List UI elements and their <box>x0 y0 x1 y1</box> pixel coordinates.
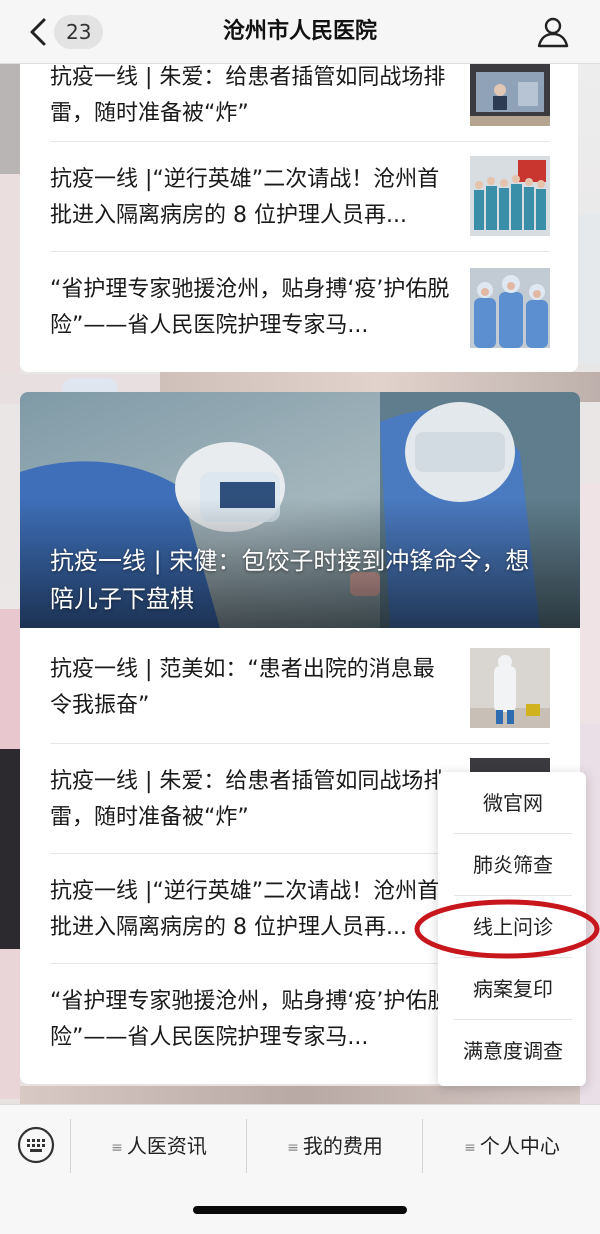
user-icon <box>537 17 569 48</box>
bg-photo-tile <box>578 214 600 364</box>
bg-photo-tile <box>20 1086 580 1104</box>
video-conference-image <box>470 64 550 126</box>
article-list-item[interactable]: 抗疫一线 | 范美如：“患者出院的消息最令我振奋” <box>50 628 550 744</box>
article-title: “省护理专家驰援沧州，贴身搏‘疫’护佑脱险”——省人民医院护理专家马... <box>50 989 450 1050</box>
nurses-group-photo <box>470 156 550 236</box>
nav-divider <box>246 1119 247 1173</box>
menu-lines-icon: ≡ <box>464 1140 476 1156</box>
menu-item-online-consultation[interactable]: 线上问诊 <box>454 896 572 958</box>
menu-item-satisfaction-survey[interactable]: 满意度调查 <box>454 1020 572 1082</box>
article-list-card: 抗疫一线 | 朱爱：给患者插管如同战场排雷，随时准备被“炸” 抗疫一线 |“逆行… <box>20 64 578 372</box>
top-nav-bar: 23 沧州市人民医院 <box>0 0 600 64</box>
submenu-popup: 微官网 肺炎筛查 线上问诊 病案复印 满意度调查 <box>438 772 586 1086</box>
nav-divider <box>70 1119 71 1173</box>
menu-item-pneumonia-screening[interactable]: 肺炎筛查 <box>454 834 572 896</box>
article-thumbnail <box>470 268 550 348</box>
nav-item-personal-center[interactable]: ≡ 个人中心 <box>424 1119 600 1173</box>
menu-lines-icon: ≡ <box>111 1140 123 1156</box>
keyboard-toggle-button[interactable] <box>16 1125 56 1165</box>
back-count-badge[interactable]: 23 <box>54 15 104 49</box>
menu-item-micro-site[interactable]: 微官网 <box>454 772 572 834</box>
nav-divider <box>422 1119 423 1173</box>
article-title: 抗疫一线 | 范美如：“患者出院的消息最令我振奋” <box>50 657 435 718</box>
nav-item-label: 人医资讯 <box>126 1134 207 1158</box>
bg-photo-tile <box>580 484 600 724</box>
nav-item-label: 我的费用 <box>302 1134 383 1158</box>
keyboard-icon <box>17 1126 55 1164</box>
bottom-menu-bar: ≡ 人医资讯 ≡ 我的费用 ≡ 个人中心 <box>0 1104 600 1234</box>
nav-item-my-fees[interactable]: ≡ 我的费用 <box>248 1119 422 1173</box>
article-thumbnail <box>470 156 550 236</box>
article-title: 抗疫一线 |“逆行英雄”二次请战！沧州首批进入隔离病房的 8 位护理人员再... <box>50 167 440 228</box>
page-title: 沧州市人民医院 <box>222 19 377 44</box>
article-thumbnail <box>470 648 550 728</box>
nav-item-news[interactable]: ≡ 人医资讯 <box>72 1119 246 1173</box>
bg-photo-tile <box>0 64 20 174</box>
hero-article[interactable]: 抗疫一线 | 宋健：包饺子时接到冲锋命令，想陪儿子下盘棋 <box>20 392 580 628</box>
article-title: 抗疫一线 |“逆行英雄”二次请战！沧州首批进入隔离病房的 8 位护理人员再... <box>50 879 440 940</box>
ppe-staff-photo <box>470 268 550 348</box>
bg-photo-tile <box>0 949 20 1099</box>
back-button[interactable] <box>22 14 56 50</box>
article-title: “省护理专家驰援沧州，贴身搏‘疫’护佑脱险”——省人民医院护理专家马... <box>50 277 450 338</box>
article-title: 抗疫一线 | 朱爱：给患者插管如同战场排雷，随时准备被“炸” <box>50 65 446 126</box>
menu-lines-icon: ≡ <box>287 1140 299 1156</box>
article-list-item[interactable]: “省护理专家驰援沧州，贴身搏‘疫’护佑脱险”——省人民医院护理专家马... <box>50 252 550 364</box>
article-title: 抗疫一线 | 朱爱：给患者插管如同战场排雷，随时准备被“炸” <box>50 769 446 830</box>
article-list-item[interactable]: 抗疫一线 |“逆行英雄”二次请战！沧州首批进入隔离病房的 8 位护理人员再... <box>50 142 550 252</box>
home-indicator[interactable] <box>193 1206 407 1214</box>
bg-photo-tile <box>0 174 20 374</box>
article-thumbnail <box>470 64 550 126</box>
bg-photo-tile <box>0 609 20 749</box>
nav-item-label: 个人中心 <box>479 1134 560 1158</box>
ppe-worker-photo <box>470 648 550 728</box>
bg-photo-tile <box>0 749 20 949</box>
menu-item-medical-record-copy[interactable]: 病案复印 <box>454 958 572 1020</box>
user-button[interactable] <box>536 16 570 48</box>
hero-article-title: 抗疫一线 | 宋健：包饺子时接到冲锋命令，想陪儿子下盘棋 <box>50 547 530 613</box>
chevron-left-icon <box>30 18 46 46</box>
